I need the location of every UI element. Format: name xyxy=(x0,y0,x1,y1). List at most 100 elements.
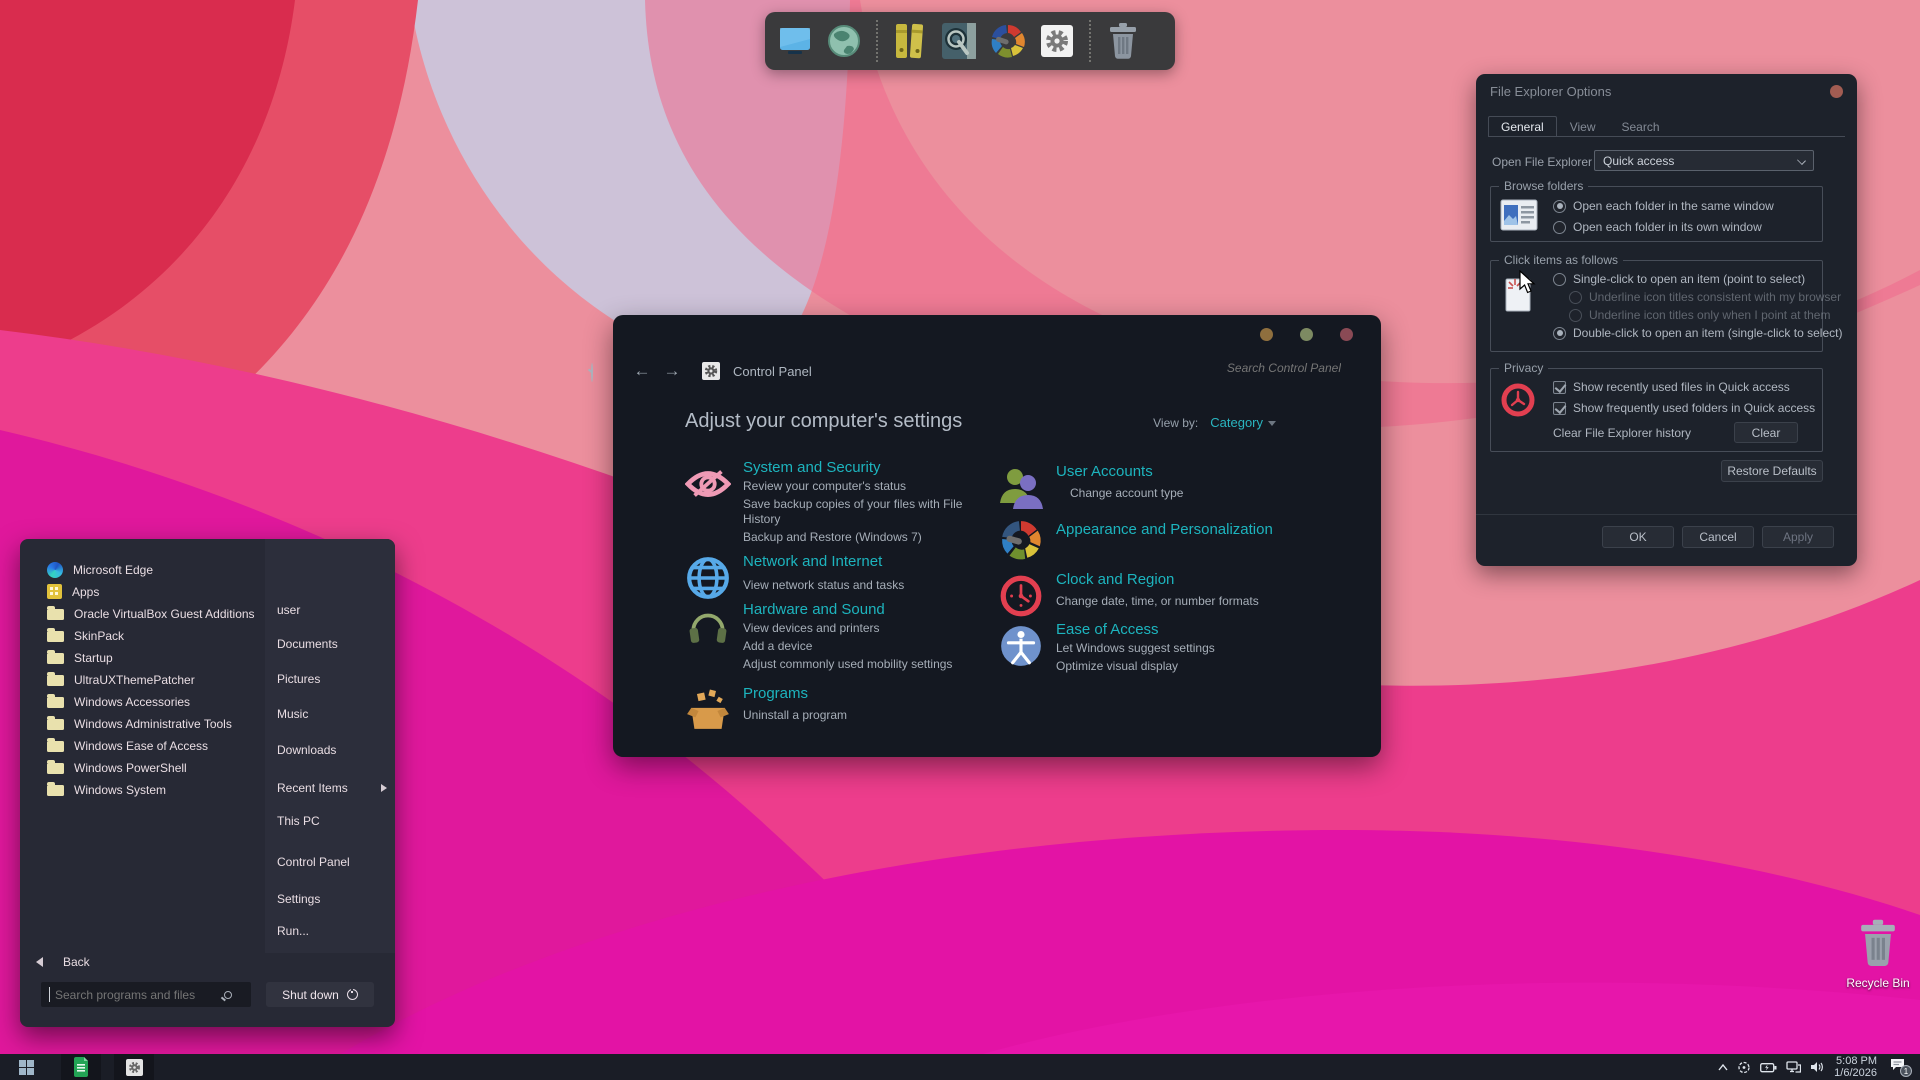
start-item-settings[interactable]: Settings xyxy=(277,890,320,907)
start-search-box[interactable] xyxy=(41,982,251,1007)
taskbar-app-settings[interactable] xyxy=(114,1054,154,1080)
restore-defaults-button[interactable]: Restore Defaults xyxy=(1721,460,1823,482)
start-item-folder[interactable]: UltraUXThemePatcher xyxy=(47,671,195,688)
apply-button[interactable]: Apply xyxy=(1762,526,1834,548)
tab-search[interactable]: Search xyxy=(1609,116,1673,136)
network-icon[interactable] xyxy=(1786,1061,1801,1073)
back-arrow-icon[interactable]: ← xyxy=(627,361,657,381)
trash-icon[interactable] xyxy=(1103,19,1143,63)
start-item-recent-items[interactable]: Recent Items xyxy=(277,779,387,796)
category-link[interactable]: Save backup copies of your files with Fi… xyxy=(743,497,981,527)
volume-icon[interactable] xyxy=(1810,1061,1825,1073)
category-title[interactable]: Programs xyxy=(743,685,985,702)
minimize-icon[interactable] xyxy=(1260,328,1273,341)
checkbox-recent-files[interactable]: Show recently used files in Quick access xyxy=(1553,380,1790,394)
taskbar-clock[interactable]: 5:08 PM 1/6/2026 xyxy=(1834,1055,1877,1079)
shutdown-button[interactable]: Shut down xyxy=(266,982,374,1007)
start-item-folder[interactable]: Windows PowerShell xyxy=(47,759,187,776)
close-icon[interactable] xyxy=(1340,328,1353,341)
start-back-button[interactable]: Back xyxy=(36,953,90,971)
start-item-folder[interactable]: Oracle VirtualBox Guest Additions xyxy=(47,605,255,622)
library-binders-icon[interactable] xyxy=(890,19,930,63)
folder-icon xyxy=(47,609,64,620)
start-item-user[interactable]: user xyxy=(277,601,300,618)
taskbar-app-sheets[interactable] xyxy=(61,1054,101,1080)
category-link[interactable]: Uninstall a program xyxy=(743,708,981,723)
category-title[interactable]: System and Security xyxy=(743,459,985,476)
notification-center[interactable]: 1 xyxy=(1890,1057,1912,1077)
page-title: Adjust your computer's settings xyxy=(685,410,962,433)
radio-underline-point: Underline icon titles only when I point … xyxy=(1569,308,1830,322)
cancel-button[interactable]: Cancel xyxy=(1682,526,1754,548)
start-item-folder[interactable]: Startup xyxy=(47,649,113,666)
category-system-security: System and Security Review your computer… xyxy=(685,459,985,545)
control-panel-search-input[interactable] xyxy=(1171,361,1341,375)
tray-expand-icon[interactable] xyxy=(1718,1064,1728,1071)
battery-icon[interactable] xyxy=(1760,1062,1777,1073)
recycle-bin[interactable]: Recycle Bin xyxy=(1843,918,1913,990)
ok-button[interactable]: OK xyxy=(1602,526,1674,548)
search-icon[interactable] xyxy=(591,363,593,382)
start-search-input[interactable] xyxy=(49,987,214,1002)
checkbox-frequent-folders[interactable]: Show frequently used folders in Quick ac… xyxy=(1553,401,1815,415)
open-to-dropdown[interactable]: Quick access xyxy=(1594,150,1814,171)
category-hardware-sound: Hardware and Sound View devices and prin… xyxy=(685,601,985,672)
start-item-folder[interactable]: Windows Ease of Access xyxy=(47,737,208,754)
back-arrow-icon xyxy=(36,957,43,967)
category-title[interactable]: Network and Internet xyxy=(743,553,985,570)
close-icon[interactable] xyxy=(1830,85,1843,98)
category-link[interactable]: Adjust commonly used mobility settings xyxy=(743,657,981,672)
start-item-music[interactable]: Music xyxy=(277,705,308,722)
open-to-label: Open File Explorer to: xyxy=(1492,155,1609,169)
start-item-documents[interactable]: Documents xyxy=(277,635,338,652)
category-appearance: Appearance and Personalization xyxy=(998,521,1298,538)
start-item-folder[interactable]: Windows Administrative Tools xyxy=(47,715,232,732)
start-item-folder[interactable]: Windows System xyxy=(47,781,166,798)
category-title[interactable]: Clock and Region xyxy=(1056,571,1298,588)
radio-same-window[interactable]: Open each folder in the same window xyxy=(1553,199,1774,213)
color-wheel-icon[interactable] xyxy=(988,19,1028,63)
category-link[interactable]: Let Windows suggest settings xyxy=(1056,641,1294,656)
tab-view[interactable]: View xyxy=(1557,116,1609,136)
category-link[interactable]: Review your computer's status xyxy=(743,479,981,494)
start-item-run[interactable]: Run... xyxy=(277,922,309,939)
category-link[interactable]: Add a device xyxy=(743,639,981,654)
globe-icon[interactable] xyxy=(824,19,864,63)
category-link[interactable]: Optimize visual display xyxy=(1056,659,1294,674)
radio-single-click[interactable]: Single-click to open an item (point to s… xyxy=(1553,272,1805,286)
open-to-value: Quick access xyxy=(1603,154,1674,168)
disk-search-icon[interactable] xyxy=(939,19,979,63)
category-link[interactable]: View devices and printers xyxy=(743,621,981,636)
recorder-icon[interactable] xyxy=(1737,1061,1751,1074)
start-item-this-pc[interactable]: This PC xyxy=(277,812,320,829)
radio-underline-consistent: Underline icon titles consistent with my… xyxy=(1569,290,1841,304)
view-by-control[interactable]: View by:Category xyxy=(1153,415,1276,430)
category-link[interactable]: Change account type xyxy=(1070,486,1308,501)
settings-gear-icon[interactable] xyxy=(1037,19,1077,63)
start-item-microsoft-edge[interactable]: Microsoft Edge xyxy=(47,561,153,578)
radio-own-window[interactable]: Open each folder in its own window xyxy=(1553,220,1762,234)
maximize-icon[interactable] xyxy=(1300,328,1313,341)
start-button[interactable] xyxy=(6,1054,46,1080)
forward-arrow-icon[interactable]: → xyxy=(657,361,687,381)
radio-icon xyxy=(1553,327,1566,340)
radio-icon xyxy=(1553,273,1566,286)
category-title[interactable]: Hardware and Sound xyxy=(743,601,985,618)
start-item-folder[interactable]: SkinPack xyxy=(47,627,124,644)
category-link[interactable]: Backup and Restore (Windows 7) xyxy=(743,530,981,545)
radio-double-click[interactable]: Double-click to open an item (single-cli… xyxy=(1553,326,1842,340)
start-item-apps[interactable]: Apps xyxy=(47,583,99,600)
display-icon[interactable] xyxy=(775,19,815,63)
start-item-pictures[interactable]: Pictures xyxy=(277,670,320,687)
start-item-folder[interactable]: Windows Accessories xyxy=(47,693,190,710)
category-title[interactable]: Ease of Access xyxy=(1056,621,1298,638)
category-link[interactable]: Change date, time, or number formats xyxy=(1056,594,1294,609)
category-title[interactable]: User Accounts xyxy=(1056,463,1298,480)
clear-button[interactable]: Clear xyxy=(1734,422,1798,443)
window-controls xyxy=(1260,328,1353,341)
start-item-downloads[interactable]: Downloads xyxy=(277,741,336,758)
start-item-control-panel[interactable]: Control Panel xyxy=(277,853,350,870)
tab-general[interactable]: General xyxy=(1488,116,1557,136)
category-title[interactable]: Appearance and Personalization xyxy=(1056,521,1298,538)
category-link[interactable]: View network status and tasks xyxy=(743,578,981,593)
